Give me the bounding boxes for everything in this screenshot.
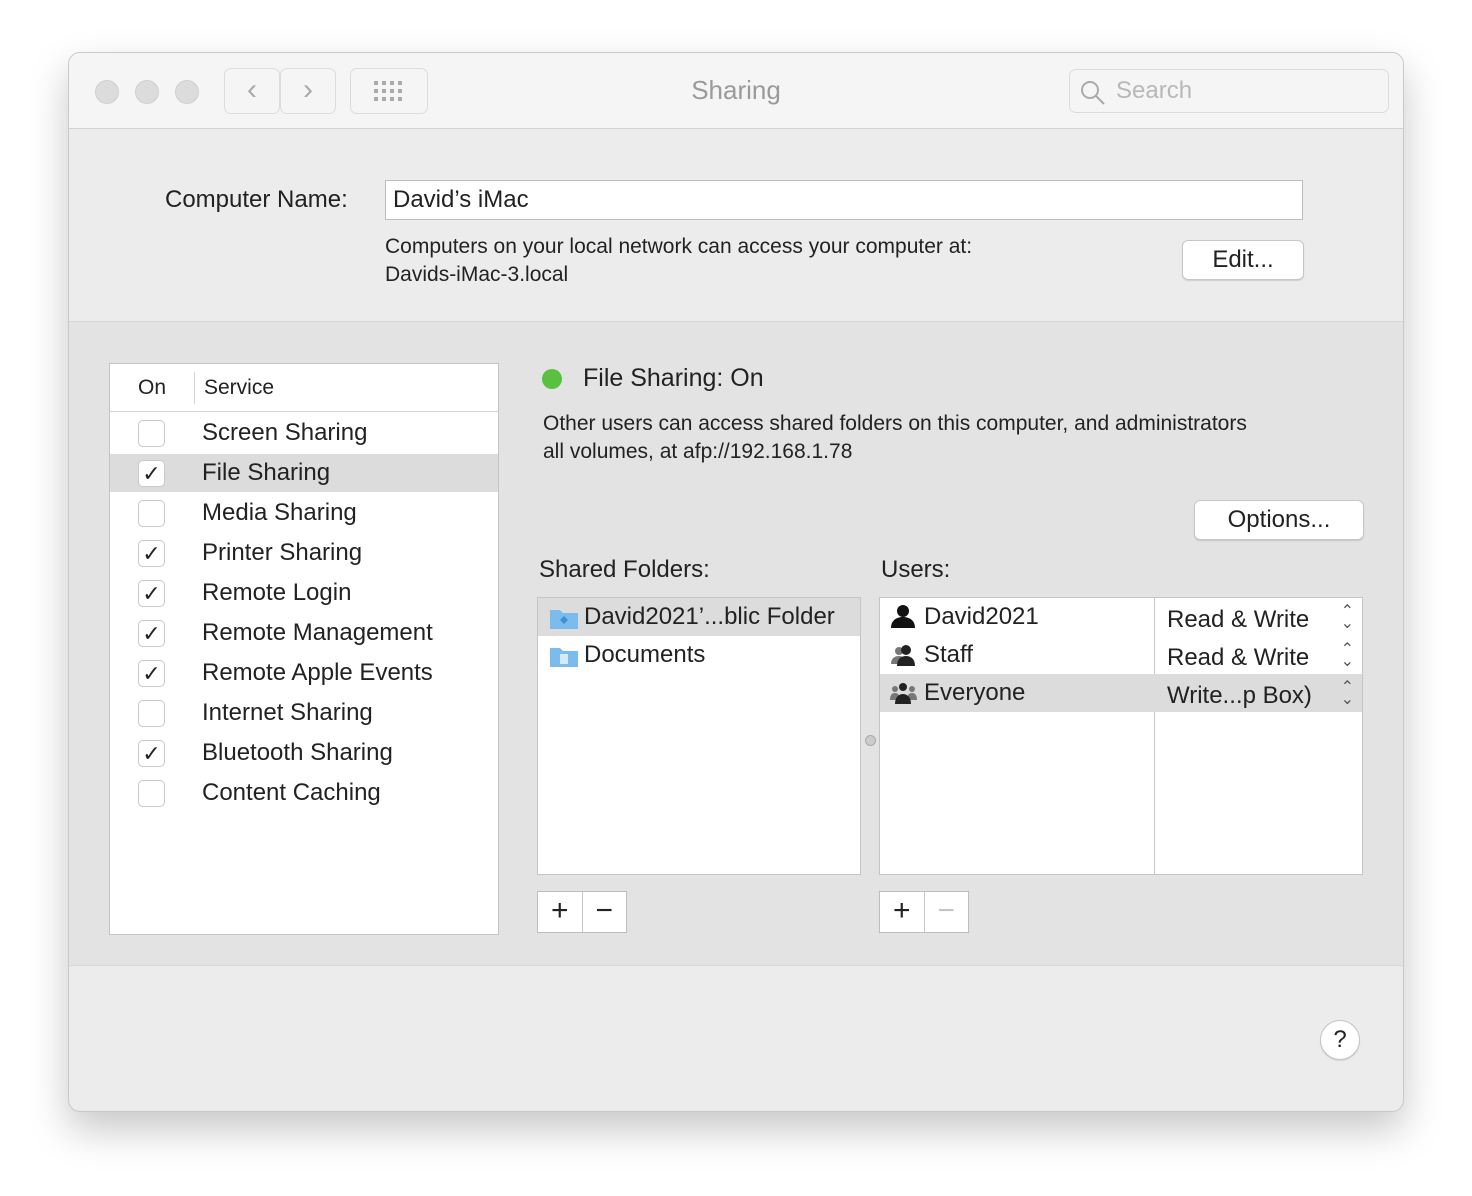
service-checkbox[interactable]: ✓ <box>138 580 165 607</box>
user-row[interactable]: Everyone Write...p Box) ⌃ ⌄ <box>880 674 1362 712</box>
user-add-remove: + − <box>879 891 969 933</box>
folder-row[interactable]: Documents <box>538 636 860 674</box>
column-service[interactable]: Service <box>204 376 274 400</box>
services-header: On Service <box>110 364 498 412</box>
up-down-chevron-icon[interactable]: ⌃ ⌄ <box>1341 680 1354 708</box>
user-row[interactable]: Staff Read & Write ⌃ ⌄ <box>880 636 1362 674</box>
description-line-1: Other users can access shared folders on… <box>543 412 1247 435</box>
service-row[interactable]: Media Sharing <box>110 494 498 532</box>
title-bar: ‹ › Sharing Search <box>69 53 1403 129</box>
service-row[interactable]: Screen Sharing <box>110 414 498 452</box>
service-label: Remote Apple Events <box>202 659 433 686</box>
documents-folder-icon <box>550 648 578 667</box>
permission-select[interactable]: Read & Write <box>1167 639 1309 677</box>
edit-button[interactable]: Edit... <box>1182 240 1304 280</box>
service-label: File Sharing <box>202 459 331 486</box>
service-row[interactable]: ✓ File Sharing <box>110 454 498 492</box>
up-down-chevron-icon[interactable]: ⌃ ⌄ <box>1341 604 1354 632</box>
folder-name: David2021’...blic Folder <box>584 603 835 630</box>
service-label: Remote Login <box>202 579 352 606</box>
users-list: David2021 Read & Write ⌃ ⌄ Staff Read & Write… <box>879 597 1363 875</box>
split-view-handle[interactable] <box>865 735 876 746</box>
service-checkbox[interactable]: ✓ <box>138 460 165 487</box>
public-folder-icon <box>550 610 578 629</box>
options-button[interactable]: Options... <box>1194 500 1364 540</box>
service-row[interactable]: ✓ Bluetooth Sharing <box>110 734 498 772</box>
service-checkbox[interactable] <box>138 780 165 807</box>
hostname: Davids-iMac-3.local <box>385 263 569 286</box>
computer-name-field[interactable]: David’s iMac <box>385 180 1303 220</box>
service-row[interactable]: ✓ Printer Sharing <box>110 534 498 572</box>
description-line-2: all volumes, at afp://192.168.1.78 <box>543 440 853 463</box>
services-list: On Service Screen Sharing ✓ File Sharing Me… <box>109 363 499 935</box>
column-divider <box>194 372 195 404</box>
folder-row[interactable]: David2021’...blic Folder <box>538 598 860 636</box>
service-label: Printer Sharing <box>202 539 363 566</box>
group-icon <box>891 645 915 666</box>
service-checkbox[interactable] <box>138 700 165 727</box>
user-name: David2021 <box>924 603 1039 630</box>
service-checkbox[interactable]: ✓ <box>138 660 165 687</box>
folder-add-remove: + − <box>537 891 627 933</box>
service-label: Bluetooth Sharing <box>202 739 393 766</box>
users-label: Users: <box>881 556 951 583</box>
status-title: File Sharing: On <box>583 364 764 392</box>
service-checkbox[interactable]: ✓ <box>138 620 165 647</box>
service-label: Media Sharing <box>202 499 357 526</box>
user-name: Staff <box>924 641 973 668</box>
user-row[interactable]: David2021 Read & Write ⌃ ⌄ <box>880 598 1362 636</box>
service-checkbox[interactable] <box>138 420 165 447</box>
service-row[interactable]: ✓ Remote Management <box>110 614 498 652</box>
service-label: Content Caching <box>202 779 381 806</box>
service-checkbox[interactable] <box>138 500 165 527</box>
search-input[interactable]: Search <box>1069 69 1389 113</box>
add-folder-button[interactable]: + <box>538 892 582 932</box>
shared-folders-list: David2021’...blic Folder Documents <box>537 597 861 875</box>
network-info: Computers on your local network can acce… <box>385 235 973 258</box>
service-label: Remote Management <box>202 619 433 646</box>
help-button[interactable]: ? <box>1320 1020 1360 1060</box>
remove-folder-button[interactable]: − <box>581 892 627 932</box>
add-user-button[interactable]: + <box>880 892 924 932</box>
user-name: Everyone <box>924 679 1026 706</box>
service-label: Screen Sharing <box>202 419 368 446</box>
service-checkbox[interactable]: ✓ <box>138 740 165 767</box>
status-indicator <box>542 369 562 389</box>
sharing-window: ‹ › Sharing Search Computer Name: David’… <box>68 52 1404 1112</box>
permission-select[interactable]: Read & Write <box>1167 601 1309 639</box>
search-icon <box>1081 81 1105 105</box>
service-row[interactable]: ✓ Remote Apple Events <box>110 654 498 692</box>
everyone-icon <box>890 683 917 704</box>
column-on[interactable]: On <box>138 376 166 400</box>
person-icon <box>891 605 915 628</box>
service-row[interactable]: Content Caching <box>110 774 498 812</box>
service-checkbox[interactable]: ✓ <box>138 540 165 567</box>
shared-folders-label: Shared Folders: <box>539 556 710 583</box>
service-row[interactable]: Internet Sharing <box>110 694 498 732</box>
computer-name-label: Computer Name: <box>165 186 348 213</box>
folder-name: Documents <box>584 641 706 668</box>
permission-select[interactable]: Write...p Box) <box>1167 677 1312 715</box>
search-placeholder: Search <box>1116 77 1193 104</box>
up-down-chevron-icon[interactable]: ⌃ ⌄ <box>1341 642 1354 670</box>
remove-user-button[interactable]: − <box>923 892 969 932</box>
service-row[interactable]: ✓ Remote Login <box>110 574 498 612</box>
service-label: Internet Sharing <box>202 699 373 726</box>
